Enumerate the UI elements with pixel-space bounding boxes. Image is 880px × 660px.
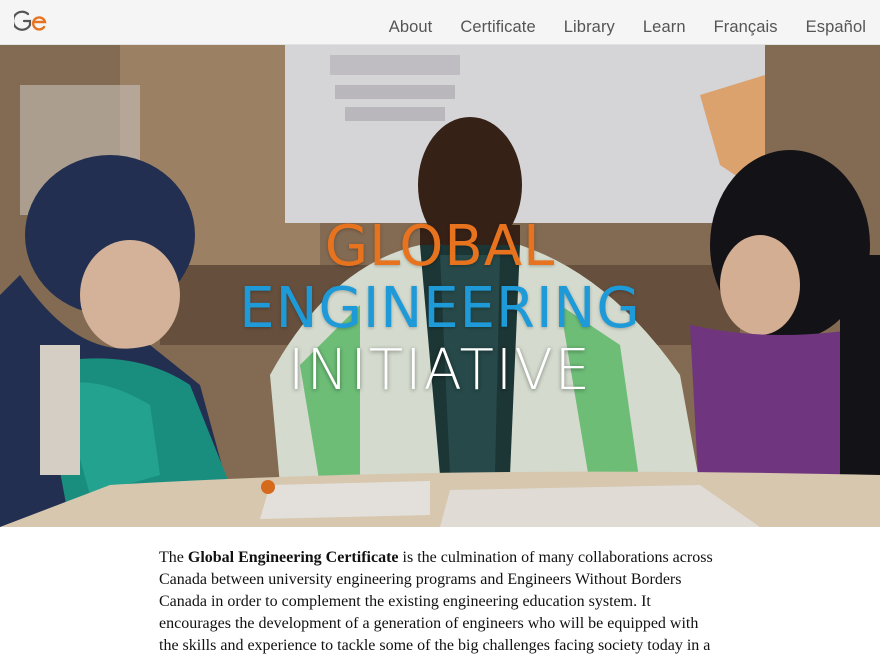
ge-logo-icon: [12, 10, 47, 31]
main-nav: About Certificate Library Learn Français…: [361, 0, 866, 45]
intro-paragraph: The Global Engineering Certificate is th…: [159, 547, 719, 657]
intro-prefix: The: [159, 549, 188, 566]
intro-bold-certificate: Global Engineering Certificate: [187, 549, 399, 566]
nav-espanol[interactable]: Español: [806, 8, 866, 37]
nav-certificate[interactable]: Certificate: [460, 8, 535, 37]
hero-title-engineering: ENGINEERING: [239, 276, 641, 341]
ge-logo[interactable]: [12, 8, 50, 34]
top-navbar: About Certificate Library Learn Français…: [0, 0, 880, 45]
nav-francais[interactable]: Français: [714, 8, 778, 37]
nav-library[interactable]: Library: [564, 8, 615, 37]
nav-learn[interactable]: Learn: [643, 8, 686, 37]
hero-title-global: GLOBAL: [324, 214, 556, 279]
nav-about[interactable]: About: [389, 8, 433, 37]
hero-banner: GLOBAL ENGINEERING INITIATIVE: [0, 45, 880, 527]
hero-title-initiative: INITIATIVE: [287, 338, 593, 403]
